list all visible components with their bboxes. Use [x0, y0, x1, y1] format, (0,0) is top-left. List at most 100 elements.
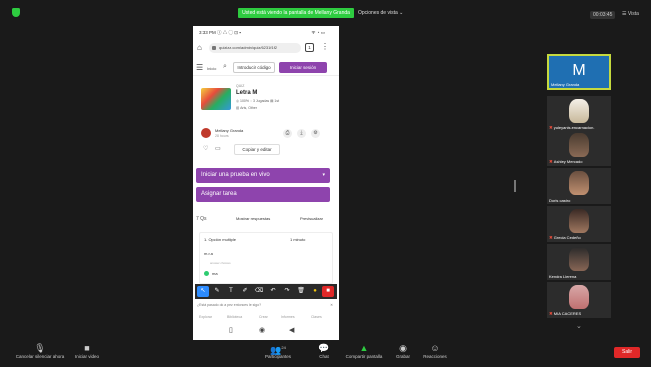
close-icon[interactable]: ✕: [330, 303, 333, 307]
participant-video: [569, 171, 589, 195]
android-nav-bar: ▯ ◉ ◀: [193, 324, 339, 340]
zoom-window: Usted está viendo la pantalla de Mellany…: [0, 0, 651, 367]
view-button[interactable]: ☰ Vista: [622, 11, 639, 17]
undo-icon[interactable]: ↶: [267, 286, 279, 297]
chat-button[interactable]: 💬 Chat: [312, 342, 336, 359]
participant-name-row: ✖Grecia Cedeño: [549, 235, 581, 241]
meeting-toolbar: 🎙 Cancelar silenciar ahora ■ Iniciar vid…: [0, 340, 651, 367]
start-live-quiz-button[interactable]: Iniciar una prueba en vivo ▾: [196, 168, 330, 183]
select-tool-icon[interactable]: ✎: [211, 286, 223, 297]
author-name: Mellany Granda: [215, 128, 244, 133]
status-icons: ᯤ ◔ ▭: [311, 30, 325, 35]
participant-initial: M: [572, 62, 586, 79]
recent-apps-icon[interactable]: ▯: [229, 326, 233, 334]
heart-icon[interactable]: ♡: [203, 145, 208, 152]
enter-code-button[interactable]: Introducir código: [233, 62, 275, 73]
participant-name: MIA CACERES: [553, 311, 582, 316]
question-type: 1. Opción multiple: [204, 237, 237, 242]
view-options-button[interactable]: Opciones de vista ⌄: [358, 8, 403, 18]
show-answers-button[interactable]: Mostrar respuestas: [236, 216, 270, 221]
nav-reports[interactable]: Informes: [281, 315, 295, 319]
draw-tool-icon[interactable]: ✐: [239, 286, 251, 297]
question-count: 7 Qs: [196, 216, 207, 222]
participants-count: 24: [281, 345, 286, 350]
question-text: m.r.a: [204, 251, 213, 256]
record-button[interactable]: ◉ Grabar: [392, 342, 414, 359]
participant-video: [569, 133, 589, 157]
mic-off-icon: ✖: [549, 159, 553, 164]
participant-tile[interactable]: Kendra Llerena: [547, 244, 611, 280]
unmute-button[interactable]: 🎙 Cancelar silenciar ahora: [12, 342, 68, 359]
copy-edit-button[interactable]: Copiar y editar: [234, 144, 280, 155]
reactions-label: Reacciones: [423, 354, 447, 359]
print-icon[interactable]: ⎙: [283, 129, 292, 138]
nav-library[interactable]: Biblioteca: [227, 315, 242, 319]
chevron-down-icon[interactable]: ⌄: [576, 322, 582, 330]
text-tool-icon[interactable]: T: [225, 286, 237, 297]
home-icon[interactable]: ⌂: [197, 43, 202, 53]
nav-classes[interactable]: Clases: [311, 315, 322, 319]
quiz-actions: ♡ ▭ Copiar y editar: [201, 144, 333, 156]
login-button[interactable]: Iniciar sesión: [279, 62, 327, 73]
inicio-link[interactable]: Inicio: [207, 66, 216, 71]
chat-preview: ¿Está pasado ok a pez entonces le sigo? …: [197, 303, 335, 313]
more-menu-icon[interactable]: ⋮: [321, 42, 329, 51]
settings-icon[interactable]: ⚙: [311, 129, 320, 138]
mouse-tool-icon[interactable]: ↖: [197, 286, 209, 297]
split-handle[interactable]: [514, 180, 516, 192]
hamburger-menu-icon[interactable]: ☰: [196, 63, 203, 73]
participant-tile[interactable]: M Mellany Granda: [547, 54, 611, 90]
quiz-header: QUIZ Letra M ◎ 100% ◌ 3 Jugadas ▤ 1st ▥ …: [201, 82, 333, 122]
participant-tile[interactable]: Doris castro: [547, 168, 611, 204]
download-icon[interactable]: ⤓: [297, 129, 306, 138]
reactions-button[interactable]: ☺ Reacciones: [420, 342, 450, 359]
mic-off-icon: ✖: [549, 311, 553, 316]
unmute-label: Cancelar silenciar ahora: [15, 354, 65, 359]
author-time: 28 hours: [215, 134, 229, 138]
color-picker-icon[interactable]: ●: [309, 286, 321, 297]
phone-status-bar: 3:33 PM ⓘ △ ◯ ⊡ ▪ ᯤ ◔ ▭: [193, 26, 339, 38]
url-field[interactable]: quizizz.com/admin/quiz/6231f1f2: [209, 43, 301, 53]
nav-explore[interactable]: Explorar: [199, 315, 212, 319]
record-label: Grabar: [395, 354, 410, 359]
home-button-icon[interactable]: ◉: [259, 326, 265, 334]
participant-name-row: ✖MIA CACERES: [549, 311, 581, 317]
participant-tile[interactable]: ✖Grecia Cedeño: [547, 206, 611, 242]
search-icon[interactable]: ⌕: [223, 63, 227, 71]
participant-name: Doris castro: [549, 198, 571, 203]
preview-button[interactable]: Previsualizar: [300, 216, 323, 221]
participant-tile[interactable]: ✖Ashley Mercado: [547, 130, 611, 166]
leave-button[interactable]: Salir: [614, 347, 640, 358]
participant-name: Mellany Granda: [551, 82, 580, 87]
mic-off-icon: ✖: [549, 235, 553, 240]
participant-tile[interactable]: ✖yuleyanis.encarnacion.: [547, 96, 611, 132]
participants-button[interactable]: 👥24 Participantes: [256, 342, 300, 359]
close-annotation-icon[interactable]: ■: [322, 286, 334, 297]
chat-label: Chat: [319, 354, 329, 359]
top-bar: Usted está viendo la pantalla de Mellany…: [0, 0, 651, 24]
question-card[interactable]: 1. Opción multiple 1 minuto m.r.a answer…: [199, 232, 333, 284]
participant-tile[interactable]: ✖MIA CACERES: [547, 282, 611, 318]
share-screen-button[interactable]: ▲ Compartir pantalla: [342, 342, 386, 359]
answer-option: ma: [212, 271, 218, 276]
quizizz-bottom-nav: Explorar Biblioteca Crear Informes Clase…: [197, 315, 335, 323]
answer-choices-label: answer choices: [210, 261, 231, 265]
eraser-icon[interactable]: ⌫: [253, 286, 265, 297]
back-icon[interactable]: ◀: [289, 326, 294, 334]
questions-header: 7 Qs Mostrar respuestas Previsualizar: [196, 214, 336, 226]
participant-video: [569, 247, 589, 271]
tab-count-button[interactable]: 1: [305, 43, 314, 52]
microphone-muted-icon: 🎙: [34, 343, 46, 353]
assign-homework-button[interactable]: Asignar tarea: [196, 187, 330, 202]
status-time: 3:33 PM ⓘ △ ◯ ⊡ ▪: [199, 30, 241, 35]
start-video-button[interactable]: ■ Iniciar video: [72, 342, 102, 359]
question-time: 1 minuto: [290, 237, 306, 242]
quiz-thumbnail: [201, 88, 231, 110]
correct-answer-dot: [204, 271, 209, 276]
folder-icon[interactable]: ▭: [215, 145, 221, 152]
nav-create[interactable]: Crear: [259, 315, 268, 319]
clear-icon[interactable]: 🗑: [295, 286, 307, 297]
redo-icon[interactable]: ↷: [281, 286, 293, 297]
security-shield-icon[interactable]: [12, 8, 20, 17]
quizizz-app-bar: ☰ Inicio ⌕ Introducir código Iniciar ses…: [193, 60, 339, 76]
